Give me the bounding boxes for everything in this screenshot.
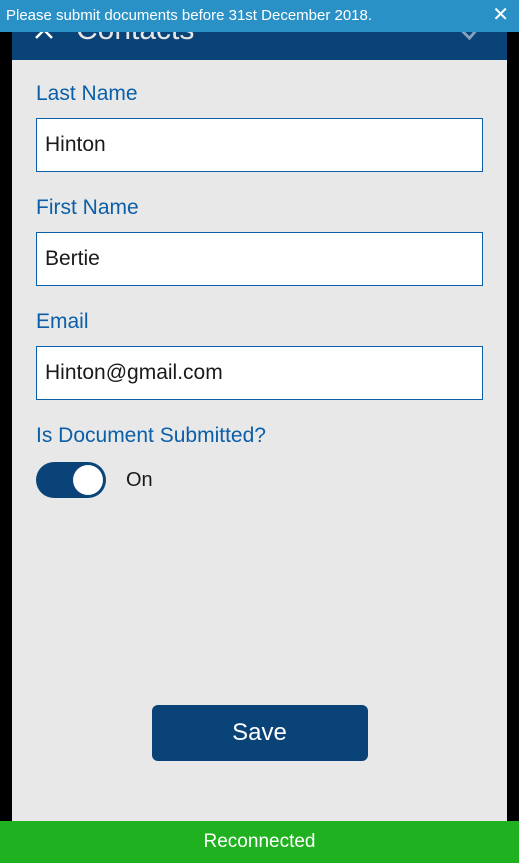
toggle-state-label: On bbox=[126, 469, 153, 492]
email-field[interactable] bbox=[36, 346, 483, 400]
status-bar: Reconnected bbox=[0, 821, 519, 863]
last-name-group: Last Name bbox=[36, 82, 483, 172]
email-label: Email bbox=[36, 310, 483, 334]
doc-submitted-group: Is Document Submitted? On bbox=[36, 424, 483, 498]
close-icon[interactable]: ✕ bbox=[492, 5, 509, 25]
toggle-knob bbox=[73, 465, 103, 495]
toggle-row: On bbox=[36, 462, 483, 498]
last-name-label: Last Name bbox=[36, 82, 483, 106]
save-button[interactable]: Save bbox=[152, 705, 368, 761]
first-name-field[interactable] bbox=[36, 232, 483, 286]
last-name-field[interactable] bbox=[36, 118, 483, 172]
first-name-label: First Name bbox=[36, 196, 483, 220]
notification-banner: Please submit documents before 31st Dece… bbox=[0, 0, 519, 32]
banner-text: Please submit documents before 31st Dece… bbox=[6, 7, 492, 24]
app-frame: Contacts Last Name First Name Email Is D… bbox=[0, 0, 519, 863]
status-text: Reconnected bbox=[204, 831, 316, 853]
form-content: Last Name First Name Email Is Document S… bbox=[12, 60, 507, 821]
doc-submitted-toggle[interactable] bbox=[36, 462, 106, 498]
email-group: Email bbox=[36, 310, 483, 400]
doc-submitted-label: Is Document Submitted? bbox=[36, 424, 483, 448]
first-name-group: First Name bbox=[36, 196, 483, 286]
